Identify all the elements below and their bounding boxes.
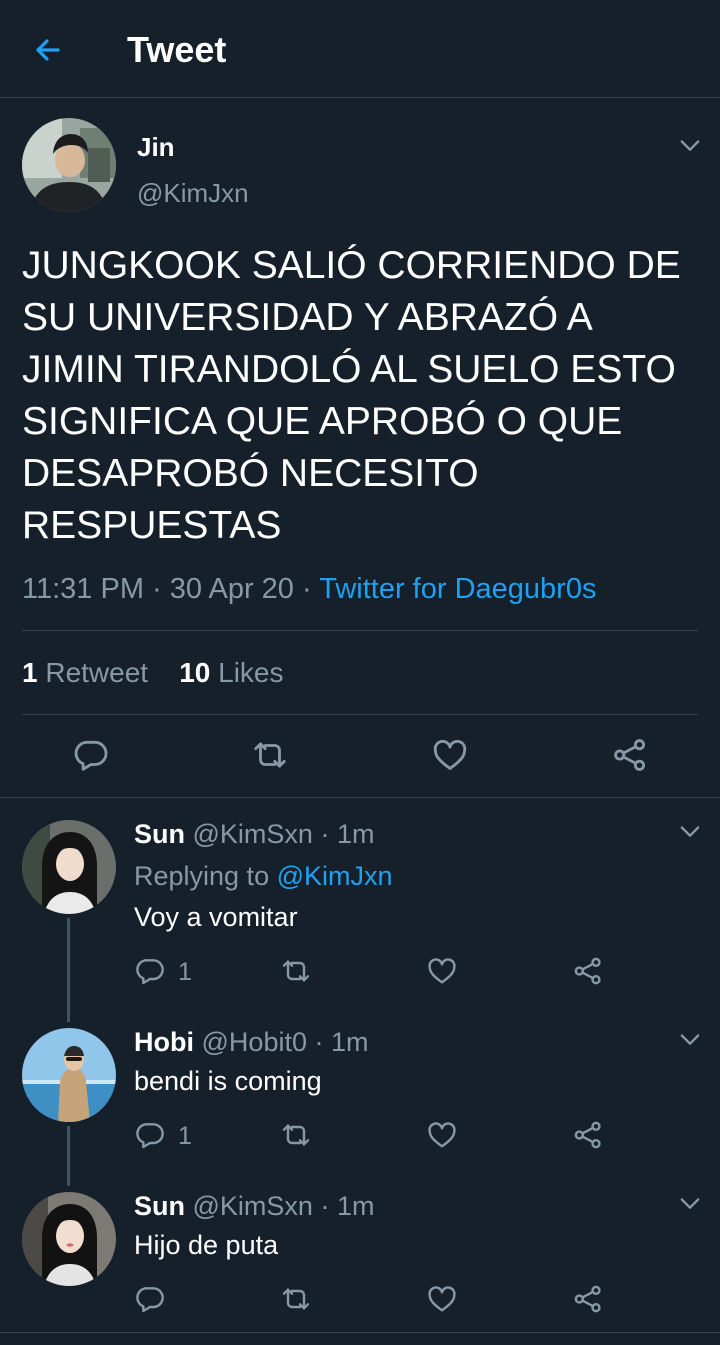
- like-icon[interactable]: [426, 955, 458, 987]
- author-name[interactable]: Jin: [137, 131, 175, 163]
- divider: [22, 714, 698, 715]
- avatar[interactable]: [22, 820, 116, 914]
- page-title: Tweet: [127, 29, 227, 70]
- retweet-icon[interactable]: [280, 1283, 312, 1315]
- reply-time: 1m: [331, 1027, 369, 1057]
- reply-author-name[interactable]: Hobi: [134, 1027, 194, 1057]
- thread-line: [67, 918, 70, 1022]
- tweet-text: JUNGKOOK SALIÓ CORRIENDO DE SU UNIVERSID…: [22, 244, 681, 547]
- reply-count: 1: [178, 958, 192, 986]
- replying-to: Replying to @KimJxn: [134, 859, 393, 893]
- reply-time: 1m: [336, 1191, 375, 1221]
- reply-icon[interactable]: [134, 1283, 166, 1315]
- meta-separator: ·: [320, 819, 330, 849]
- chevron-down-icon[interactable]: [676, 131, 704, 159]
- reply-time: 1m: [336, 819, 375, 849]
- reply-text: bendi is coming: [134, 1066, 322, 1096]
- share-icon[interactable]: [611, 736, 649, 774]
- tweet-time: 11:31 PM: [22, 573, 144, 605]
- reply-author-handle[interactable]: @Hobit0: [202, 1027, 307, 1057]
- divider: [0, 797, 720, 798]
- like-icon[interactable]: [426, 1119, 458, 1151]
- back-arrow-icon[interactable]: [28, 30, 68, 70]
- reply-author-name[interactable]: Sun: [134, 1191, 185, 1221]
- reply-author-handle[interactable]: @KimSxn: [193, 1191, 313, 1221]
- reply-header: Sun @KimSxn · 1m: [134, 817, 375, 851]
- reply-author-name[interactable]: Sun: [134, 819, 185, 849]
- meta-separator: ·: [314, 1027, 324, 1057]
- likes-stat[interactable]: 10 Likes: [179, 657, 283, 688]
- reply-count: 1: [178, 1122, 192, 1150]
- chevron-down-icon[interactable]: [676, 1025, 704, 1053]
- chevron-down-icon[interactable]: [676, 817, 704, 845]
- top-bar: [0, 0, 720, 98]
- likes-label: Likes: [218, 657, 284, 688]
- reply-text: Hijo de puta: [134, 1230, 279, 1260]
- reply-text: Voy a vomitar: [134, 902, 298, 932]
- author-handle[interactable]: @KimJxn: [137, 177, 249, 209]
- like-icon[interactable]: [426, 1283, 458, 1315]
- share-icon[interactable]: [572, 955, 604, 987]
- retweet-icon[interactable]: [280, 955, 312, 987]
- reply-icon[interactable]: [72, 736, 110, 774]
- tweet-date: 30 Apr 20: [169, 573, 294, 605]
- tweet-source-link[interactable]: Twitter for Daegubr0s: [319, 573, 596, 605]
- tweet-meta: 11:31 PM · 30 Apr 20 · Twitter for Daegu…: [22, 570, 596, 608]
- reply-icon[interactable]: [134, 1119, 166, 1151]
- mention-link[interactable]: @KimJxn: [277, 861, 393, 891]
- meta-separator: ·: [152, 573, 162, 605]
- share-icon[interactable]: [572, 1283, 604, 1315]
- retweet-icon[interactable]: [280, 1119, 312, 1151]
- retweets-count: 1: [22, 657, 38, 688]
- avatar[interactable]: [22, 1192, 116, 1286]
- retweet-icon[interactable]: [251, 736, 289, 774]
- chevron-down-icon[interactable]: [676, 1189, 704, 1217]
- replying-label: Replying to: [134, 861, 270, 891]
- meta-separator: ·: [320, 1191, 330, 1221]
- reply-header: Sun @KimSxn · 1m: [134, 1189, 375, 1223]
- reply-icon[interactable]: [134, 955, 166, 987]
- thread-line: [67, 1126, 70, 1186]
- divider: [22, 630, 698, 631]
- reply-header: Hobi @Hobit0 · 1m: [134, 1025, 369, 1059]
- reply-author-handle[interactable]: @KimSxn: [193, 819, 313, 849]
- meta-separator: ·: [302, 573, 312, 605]
- likes-count: 10: [179, 657, 211, 688]
- avatar[interactable]: [22, 118, 116, 212]
- share-icon[interactable]: [572, 1119, 604, 1151]
- tweet-stats: 1 Retweet 10 Likes: [22, 655, 284, 691]
- avatar[interactable]: [22, 1028, 116, 1122]
- retweets-stat[interactable]: 1 Retweet: [22, 657, 148, 688]
- divider: [0, 1332, 720, 1333]
- like-icon[interactable]: [431, 736, 469, 774]
- retweets-label: Retweet: [45, 657, 149, 688]
